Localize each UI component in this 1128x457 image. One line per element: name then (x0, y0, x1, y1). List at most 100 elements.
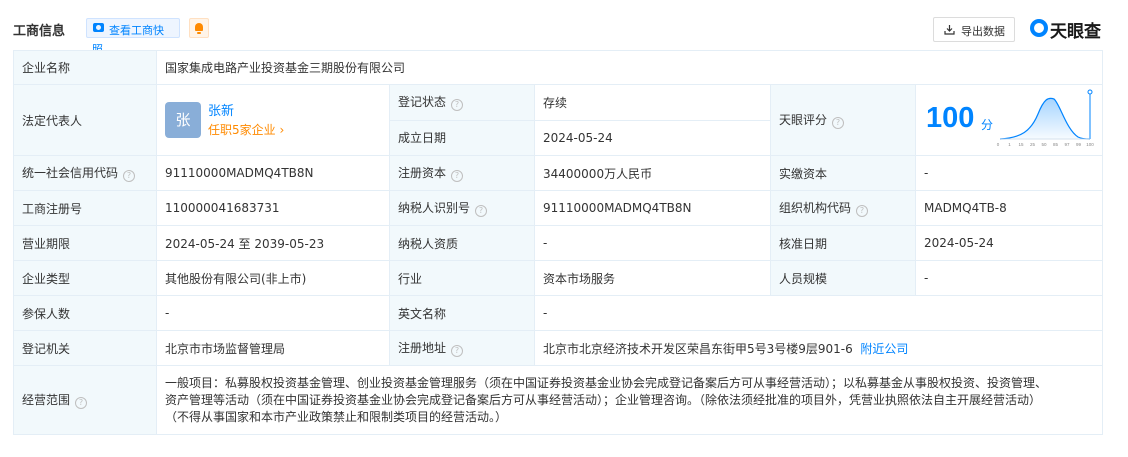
reg-no-label: 工商注册号 (13, 190, 157, 226)
legal-rep-label: 法定代表人 (13, 84, 157, 156)
export-data-label: 导出数据 (961, 25, 1005, 38)
biz-term-label: 营业期限 (13, 225, 157, 261)
table-row: 营业期限 2024-05-24 至 2039-05-23 纳税人资质 - 核准日… (13, 225, 1104, 261)
score-tick-label: 99 (1076, 142, 1082, 147)
taxpayer-id-value: 91110000MADMQ4TB8N (534, 190, 771, 226)
reg-address-label-cell: 注册地址? (389, 330, 535, 366)
help-icon[interactable]: ? (475, 205, 488, 217)
camera-icon (93, 23, 104, 32)
view-snapshot-label: 查看工商快 (109, 24, 164, 37)
table-row: 统一社会信用代码? 91110000MADMQ4TB8N 注册资本? 34400… (13, 155, 1104, 191)
reg-address-cell: 北京市北京经济技术开发区荣昌东街甲5号3号楼9层901-6 附近公司 (533, 330, 1104, 366)
reg-status-value: 存续 (534, 84, 771, 121)
credit-code-label: 统一社会信用代码 (22, 166, 119, 180)
score-tick-label: 15 (1018, 142, 1024, 147)
reg-authority-label: 登记机关 (13, 330, 157, 366)
business-info-table: 企业名称 国家集成电路产业投资基金三期股份有限公司 法定代表人 张 张新 任职5… (13, 50, 1104, 435)
nearby-companies-link[interactable]: 附近公司 (860, 342, 908, 356)
reg-capital-value: 34400000万人民币 (534, 155, 771, 191)
company-name-value: 国家集成电路产业投资基金三期股份有限公司 (155, 50, 1104, 85)
monitor-button[interactable] (189, 18, 209, 38)
tianyan-score-label-cell: 天眼评分? (770, 84, 916, 156)
biz-scope-label: 经营范围 (22, 393, 71, 407)
view-snapshot-button[interactable]: 查看工商快 (86, 18, 180, 38)
score-value: 100 (926, 102, 975, 134)
paid-capital-label: 实缴资本 (770, 155, 916, 191)
approval-date-label: 核准日期 (770, 225, 916, 261)
logo-text: 天眼查 (1050, 22, 1101, 42)
taxpayer-id-label: 纳税人识别号 (398, 201, 471, 215)
company-name-label: 企业名称 (13, 50, 157, 85)
biz-scope-value: 一般项目：私募股权投资基金管理、创业投资基金管理服务（须在中国证券投资基金业协会… (155, 365, 1104, 435)
score-tick-label: 50 (1041, 142, 1047, 147)
credit-code-value: 91110000MADMQ4TB8N (156, 155, 390, 191)
score-tick-label: 1 (1008, 142, 1011, 147)
biz-scope-line: 资产管理等活动（须在中国证券投资基金业协会完成登记备案后方可从事经营活动）；企业… (165, 392, 1042, 407)
taxpayer-id-label-cell: 纳税人识别号? (389, 190, 535, 226)
established-label: 成立日期 (389, 119, 535, 156)
score-tick-label: 97 (1064, 142, 1070, 147)
table-row: 法定代表人 张 张新 任职5家企业 › 登记状态? 存续 天眼评分? 100 分 (13, 84, 1104, 156)
english-name-label: 英文名称 (389, 295, 535, 331)
biz-term-value: 2024-05-24 至 2039-05-23 (156, 225, 390, 261)
english-name-value: - (533, 295, 1104, 331)
tianyan-score-label: 天眼评分 (779, 113, 828, 127)
reg-authority-value: 北京市市场监督管理局 (156, 330, 390, 366)
help-icon[interactable]: ? (451, 99, 464, 112)
table-row: 企业类型 其他股份有限公司(非上市) 行业 资本市场服务 人员规模 - (13, 260, 1104, 296)
help-icon[interactable]: ? (123, 170, 136, 182)
reg-address-label: 注册地址 (398, 341, 447, 355)
tianyan-score-cell[interactable]: 100 分 0 1 15 25 50 85 97 99 100 (914, 84, 1104, 156)
company-type-label: 企业类型 (13, 260, 157, 296)
avatar[interactable]: 张 (165, 102, 201, 138)
help-icon[interactable]: ? (832, 117, 845, 129)
help-icon[interactable]: ? (75, 397, 88, 409)
reg-status-label: 登记状态 (398, 95, 447, 110)
biz-scope-line: 一般项目：私募股权投资基金管理、创业投资基金管理服务（须在中国证券投资基金业协会… (165, 375, 1048, 390)
legal-rep-cell: 张 张新 任职5家企业 › (156, 84, 390, 156)
reg-capital-label-cell: 注册资本? (389, 155, 535, 191)
score-tick-label: 85 (1053, 142, 1059, 147)
table-row: 参保人数 - 英文名称 - (13, 295, 1104, 331)
section-header: 工商信息 查看工商快 照 导出数据 天眼查 (0, 0, 1128, 56)
help-icon[interactable]: ? (451, 345, 464, 357)
score-tick-label: 100 (1086, 142, 1094, 147)
credit-code-label-cell: 统一社会信用代码? (13, 155, 157, 191)
export-icon (944, 25, 955, 35)
staff-size-value: - (914, 260, 1104, 296)
section-title: 工商信息 (13, 24, 66, 39)
export-data-button[interactable]: 导出数据 (933, 17, 1015, 42)
legal-rep-roles-link[interactable]: 任职5家企业 › (208, 121, 284, 138)
help-icon[interactable]: ? (451, 170, 464, 182)
reg-capital-label: 注册资本 (398, 166, 447, 180)
org-code-label-cell: 组织机构代码? (770, 190, 916, 226)
industry-value: 资本市场服务 (534, 260, 771, 296)
score-unit: 分 (981, 118, 994, 132)
reg-status-label-cell: 登记状态? (389, 84, 535, 121)
org-code-label: 组织机构代码 (779, 201, 852, 215)
insured-label: 参保人数 (13, 295, 157, 331)
taxpayer-qual-value: - (534, 225, 771, 261)
approval-date-value: 2024-05-24 (914, 225, 1104, 261)
table-row: 企业名称 国家集成电路产业投资基金三期股份有限公司 (13, 50, 1104, 85)
org-code-value: MADMQ4TB-8 (914, 190, 1104, 226)
taxpayer-qual-label: 纳税人资质 (389, 225, 535, 261)
company-type-value: 其他股份有限公司(非上市) (156, 260, 390, 296)
reg-address-value: 北京市北京经济技术开发区荣昌东街甲5号3号楼9层901-6 (543, 341, 853, 356)
score-tick-label: 0 (997, 142, 1000, 147)
insured-value: - (156, 295, 390, 331)
help-icon[interactable]: ? (856, 205, 869, 217)
bell-icon (195, 23, 203, 34)
table-row: 经营范围? 一般项目：私募股权投资基金管理、创业投资基金管理服务（须在中国证券投… (13, 365, 1104, 435)
score-distribution-chart: 0 1 15 25 50 85 97 99 100 (997, 89, 1094, 147)
biz-scope-line: （不得从事国家和本市产业政策禁止和限制类项目的经营活动。） (165, 409, 508, 424)
reg-no-value: 110000041683731 (156, 190, 390, 226)
industry-label: 行业 (389, 260, 535, 296)
staff-size-label: 人员规模 (770, 260, 916, 296)
logo-mark-icon (1030, 19, 1048, 37)
table-row: 工商注册号 110000041683731 纳税人识别号? 91110000MA… (13, 190, 1104, 226)
biz-scope-label-cell: 经营范围? (13, 365, 157, 435)
legal-rep-name-link[interactable]: 张新 (208, 100, 234, 119)
paid-capital-value: - (914, 155, 1104, 191)
table-row: 登记机关 北京市市场监督管理局 注册地址? 北京市北京经济技术开发区荣昌东街甲5… (13, 330, 1104, 366)
